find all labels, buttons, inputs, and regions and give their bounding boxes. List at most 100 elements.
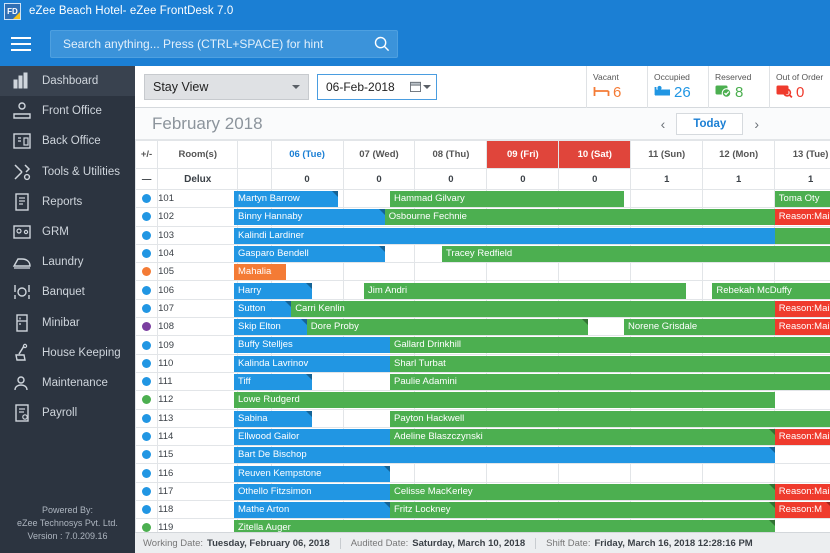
room-number[interactable]: 101 bbox=[158, 190, 238, 208]
booking-bar[interactable]: Martyn Barrow bbox=[234, 191, 338, 207]
booking-bar[interactable]: Jim Andri bbox=[364, 283, 686, 299]
booking-bar[interactable]: Hammad Gilvary bbox=[390, 191, 624, 207]
day-header-4[interactable]: 10 (Sat) bbox=[559, 141, 631, 169]
search-input[interactable] bbox=[51, 37, 367, 51]
sidebar-item-payroll[interactable]: Payroll bbox=[0, 398, 135, 428]
room-number[interactable]: 112 bbox=[158, 391, 238, 409]
booking-bar[interactable]: Reason:M bbox=[775, 502, 830, 518]
sidebar-item-laundry[interactable]: Laundry bbox=[0, 247, 135, 277]
calendar-icon[interactable] bbox=[410, 81, 431, 92]
booking-bar[interactable]: Celisse MacKerley bbox=[390, 484, 775, 500]
day-header-1[interactable]: 07 (Wed) bbox=[343, 141, 415, 169]
room-number[interactable]: 109 bbox=[158, 336, 238, 354]
sidebar-item-house-keeping[interactable]: House Keeping bbox=[0, 338, 135, 368]
grid-cell[interactable] bbox=[775, 391, 830, 409]
booking-bar[interactable]: Mahalia bbox=[234, 264, 286, 280]
day-header-7[interactable]: 13 (Tue) bbox=[775, 141, 830, 169]
search-icon[interactable] bbox=[367, 30, 397, 58]
grid-cell[interactable] bbox=[631, 263, 703, 281]
booking-bar[interactable]: Tiff bbox=[234, 374, 312, 390]
stat-out-of-order[interactable]: Out of Order0 bbox=[769, 66, 830, 108]
booking-bar[interactable]: Reason:Maintenance bbox=[775, 209, 830, 225]
room-number[interactable]: 102 bbox=[158, 208, 238, 226]
room-type-row[interactable]: —Delux00000111334 bbox=[136, 169, 830, 190]
booking-bar[interactable]: Buffy Stelljes bbox=[234, 337, 390, 353]
booking-bar[interactable]: Reason:Maintenance bbox=[775, 319, 830, 335]
booking-bar[interactable]: Payton Hackwell bbox=[390, 411, 830, 427]
stat-reserved[interactable]: Reserved8 bbox=[708, 66, 769, 108]
grid-cell[interactable] bbox=[775, 464, 830, 482]
grid-cell[interactable] bbox=[559, 464, 631, 482]
room-number[interactable]: 110 bbox=[158, 354, 238, 372]
booking-bar[interactable]: Paulie Adamini bbox=[390, 374, 830, 390]
booking-bar[interactable]: Kalindi Lardiner bbox=[234, 228, 775, 244]
booking-bar[interactable]: Lowe Rudgerd bbox=[234, 392, 775, 408]
day-header-0[interactable]: 06 (Tue) bbox=[271, 141, 343, 169]
booking-bar[interactable]: Rebekah McDuffy bbox=[712, 283, 830, 299]
day-header-3[interactable]: 09 (Fri) bbox=[487, 141, 559, 169]
room-number[interactable]: 105 bbox=[158, 263, 238, 281]
plus-minus-header[interactable]: +/- bbox=[136, 141, 158, 169]
booking-bar[interactable]: Gallard Drinkhill bbox=[390, 337, 830, 353]
day-header-2[interactable]: 08 (Thu) bbox=[415, 141, 487, 169]
grid-cell[interactable] bbox=[775, 446, 830, 464]
grid-cell[interactable] bbox=[415, 263, 487, 281]
booking-bar[interactable]: Kalinda Lavrinov bbox=[234, 356, 390, 372]
booking-bar[interactable]: Tracey Redfield bbox=[442, 246, 775, 262]
grid-cell[interactable] bbox=[487, 263, 559, 281]
booking-bar[interactable]: Sutton bbox=[234, 301, 291, 317]
sidebar-item-back-office[interactable]: Back Office bbox=[0, 126, 135, 156]
booking-bar[interactable]: Binny Hannaby bbox=[234, 209, 385, 225]
sidebar-item-reports[interactable]: Reports bbox=[0, 187, 135, 217]
room-type-expander[interactable]: — bbox=[136, 169, 158, 190]
room-number[interactable]: 114 bbox=[158, 427, 238, 445]
room-number[interactable]: 118 bbox=[158, 501, 238, 519]
room-number[interactable]: 108 bbox=[158, 318, 238, 336]
sidebar-item-tools-utilities[interactable]: Tools & Utilities bbox=[0, 157, 135, 187]
booking-bar[interactable]: Carri Kenlin bbox=[291, 301, 775, 317]
booking-bar[interactable]: Skip Elton bbox=[234, 319, 307, 335]
day-header-6[interactable]: 12 (Mon) bbox=[703, 141, 775, 169]
room-number[interactable]: 103 bbox=[158, 226, 238, 244]
grid-cell[interactable] bbox=[703, 464, 775, 482]
grid-cell[interactable] bbox=[559, 263, 631, 281]
sidebar-item-minibar[interactable]: Minibar bbox=[0, 308, 135, 338]
room-number[interactable]: 116 bbox=[158, 464, 238, 482]
grid-cell[interactable] bbox=[487, 464, 559, 482]
room-number[interactable]: 113 bbox=[158, 409, 238, 427]
booking-bar[interactable]: Reason:Maintenance bbox=[775, 429, 830, 445]
search-box[interactable] bbox=[50, 30, 398, 58]
sidebar-item-front-office[interactable]: Front Office bbox=[0, 96, 135, 126]
booking-bar[interactable]: Dore Proby bbox=[307, 319, 588, 335]
booking-bar[interactable]: Ellwood Gailor bbox=[234, 429, 390, 445]
sidebar-item-dashboard[interactable]: Dashboard bbox=[0, 66, 135, 96]
booking-bar[interactable]: Adeline Blaszczynski bbox=[390, 429, 775, 445]
grid-cell[interactable] bbox=[703, 190, 775, 208]
room-number[interactable]: 115 bbox=[158, 446, 238, 464]
day-header-5[interactable]: 11 (Sun) bbox=[631, 141, 703, 169]
next-period-button[interactable]: › bbox=[751, 116, 762, 132]
booking-block[interactable] bbox=[775, 228, 830, 244]
grid-cell[interactable] bbox=[775, 263, 830, 281]
sidebar-item-banquet[interactable]: Banquet bbox=[0, 277, 135, 307]
booking-block[interactable] bbox=[775, 246, 830, 262]
room-number[interactable]: 111 bbox=[158, 372, 238, 390]
stat-occupied[interactable]: Occupied26 bbox=[647, 66, 708, 108]
grid-cell[interactable] bbox=[631, 464, 703, 482]
date-picker[interactable]: 06-Feb-2018 bbox=[317, 74, 437, 100]
room-number[interactable]: 104 bbox=[158, 244, 238, 262]
grid-cell[interactable] bbox=[343, 263, 415, 281]
booking-bar[interactable]: Norene Grisdale bbox=[624, 319, 775, 335]
booking-bar[interactable]: Fritz Lockney bbox=[390, 502, 775, 518]
booking-bar[interactable]: Bart De Bischop bbox=[234, 447, 775, 463]
stay-view-grid[interactable]: +/-Room(s)06 (Tue)07 (Wed)08 (Thu)09 (Fr… bbox=[135, 140, 830, 535]
prev-period-button[interactable]: ‹ bbox=[658, 116, 669, 132]
view-select[interactable]: Stay View bbox=[144, 74, 309, 100]
booking-bar[interactable]: Gasparo Bendell bbox=[234, 246, 385, 262]
booking-bar[interactable]: Mathe Arton bbox=[234, 502, 390, 518]
room-number[interactable]: 117 bbox=[158, 482, 238, 500]
grid-cell[interactable] bbox=[631, 190, 703, 208]
room-number[interactable]: 107 bbox=[158, 299, 238, 317]
booking-bar[interactable]: Reason:Maintenance bbox=[775, 484, 830, 500]
today-button[interactable]: Today bbox=[676, 113, 743, 135]
